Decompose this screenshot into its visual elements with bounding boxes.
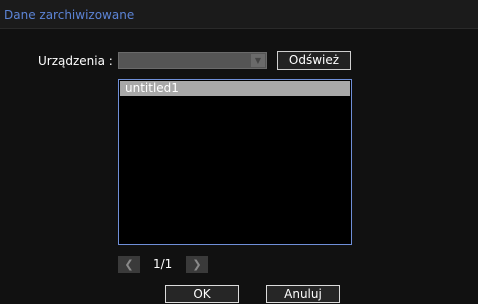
page-indicator: 1/1 <box>153 257 173 271</box>
refresh-button[interactable]: Odśwież <box>277 51 351 70</box>
chevron-left-icon: ❮ <box>124 258 134 271</box>
ok-button[interactable]: OK <box>165 285 239 303</box>
cancel-button[interactable]: Anuluj <box>266 285 340 303</box>
next-page-button[interactable]: ❯ <box>186 256 208 273</box>
archived-data-dialog: Dane zarchiwizowane Urządzenia : ▼ Odświ… <box>0 0 478 304</box>
list-item[interactable]: untitled1 <box>120 81 350 96</box>
chevron-right-icon: ❯ <box>192 258 202 271</box>
dialog-title: Dane zarchiwizowane <box>4 8 135 22</box>
dropdown-arrow-icon[interactable]: ▼ <box>251 54 265 67</box>
device-label: Urządzenia : <box>38 54 113 68</box>
device-select[interactable]: ▼ <box>118 52 267 69</box>
prev-page-button[interactable]: ❮ <box>118 256 140 273</box>
archive-list[interactable]: untitled1 <box>118 79 352 245</box>
title-bar: Dane zarchiwizowane <box>0 0 478 29</box>
